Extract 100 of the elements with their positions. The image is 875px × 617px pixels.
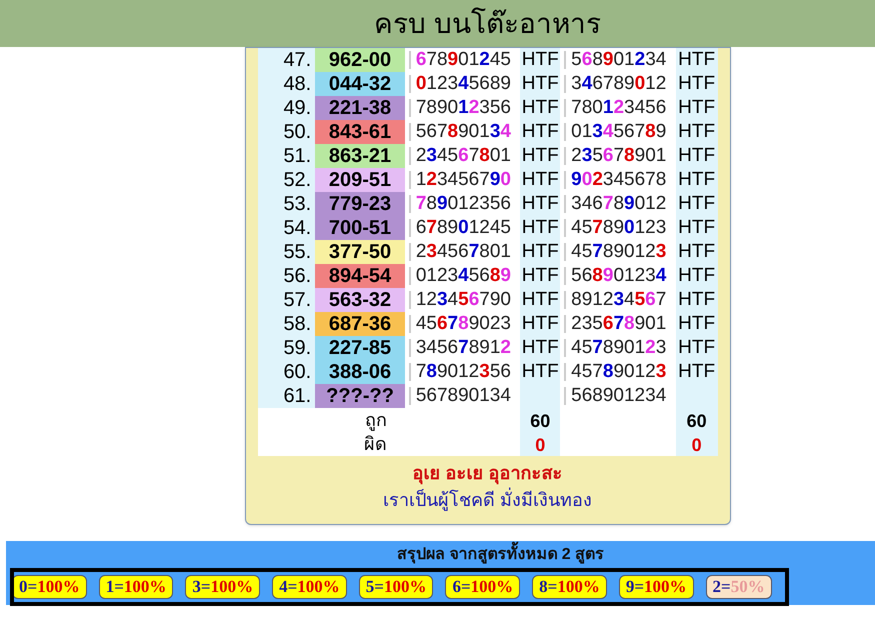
row-number: 55. [258, 240, 316, 264]
result-pill[interactable]: 2=50% [706, 575, 772, 599]
digit-sequence: 235678901 [571, 145, 666, 166]
result-pill[interactable]: 4=100% [272, 575, 347, 599]
digit-sequence: 789012356 [416, 361, 511, 382]
result-cell: HTF [520, 192, 560, 216]
code-badge: 700-51 [315, 216, 405, 240]
row-number: 53. [258, 192, 316, 216]
digit-sequence: 345678912 [416, 337, 511, 358]
result-cell: HTF [520, 264, 560, 288]
result-cell: HTF [520, 72, 560, 96]
result-cell: HTF [520, 120, 560, 144]
total-label: ผิด [364, 434, 387, 454]
digit-sequence: 568901234 [571, 265, 666, 286]
row-number: 49. [258, 96, 316, 120]
row-number: 48. [258, 72, 316, 96]
total-cell: 60 [520, 408, 560, 432]
code-badge: 894-54 [315, 264, 405, 288]
row-number: 52. [258, 168, 316, 192]
digit-sequence: 234567801 [416, 145, 511, 166]
result-cell: HTF [520, 168, 560, 192]
code-badge: 377-50 [315, 240, 405, 264]
row-number: 47. [258, 48, 316, 72]
code-badge: 221-38 [315, 96, 405, 120]
slogan-line: เราเป็นผู้โชคดี มั่งมีเงินทอง [382, 487, 592, 514]
digit-sequence: 780123456 [571, 97, 666, 118]
result-pill[interactable]: 3=100% [185, 575, 260, 599]
row-number: 61. [258, 384, 316, 408]
result-cell: HTF [520, 216, 560, 240]
digit-sequence: 457890123 [571, 337, 666, 358]
code-badge: 209-51 [315, 168, 405, 192]
row-number: 51. [258, 144, 316, 168]
digit-sequence: 567890134 [416, 121, 511, 142]
result-cell: HTF [676, 240, 718, 264]
row-number: 50. [258, 120, 316, 144]
total-cell: 60 [676, 408, 718, 432]
digit-sequence: 457890123 [571, 361, 666, 382]
digit-sequence: 123456790 [416, 289, 511, 310]
result-cell: HTF [520, 336, 560, 360]
result-pill[interactable]: 0=100% [12, 575, 87, 599]
result-cell: HTF [676, 192, 718, 216]
result-pill[interactable]: 8=100% [532, 575, 607, 599]
result-cell: HTF [676, 72, 718, 96]
result-cell: HTF [676, 48, 718, 72]
code-badge: 687-36 [315, 312, 405, 336]
code-badge: 227-85 [315, 336, 405, 360]
result-cell: HTF [676, 144, 718, 168]
total-label: ถูก [364, 410, 387, 430]
digit-sequence: 678901245 [416, 217, 511, 238]
digit-sequence: 012345689 [416, 73, 511, 94]
digit-sequence: 013456789 [571, 121, 666, 142]
result-cell: HTF [520, 312, 560, 336]
digit-sequence: 789012356 [416, 97, 511, 118]
digit-sequence: 457890123 [571, 217, 666, 238]
code-badge: 563-32 [315, 288, 405, 312]
code-badge: ???-?? [315, 384, 405, 408]
digit-sequence: 567890134 [416, 385, 511, 406]
code-badge: 843-61 [315, 120, 405, 144]
result-cell: HTF [520, 144, 560, 168]
result-cell: HTF [676, 96, 718, 120]
row-number: 58. [258, 312, 316, 336]
digit-sequence: 568901234 [571, 49, 666, 70]
result-pill[interactable]: 9=100% [618, 575, 694, 599]
result-cell: HTF [676, 168, 718, 192]
total-cell: 0 [676, 432, 718, 456]
code-badge: 044-32 [315, 72, 405, 96]
digit-sequence: 235678901 [571, 313, 666, 334]
row-number: 56. [258, 264, 316, 288]
result-cell: HTF [520, 240, 560, 264]
result-pill[interactable]: 1=100% [98, 575, 174, 599]
row-number: 54. [258, 216, 316, 240]
result-pill[interactable]: 6=100% [445, 575, 520, 599]
digit-sequence: 457890123 [571, 241, 666, 262]
result-cell: HTF [676, 216, 718, 240]
digit-sequence: 568901234 [571, 385, 666, 406]
row-number: 60. [258, 360, 316, 384]
result-cell: HTF [520, 360, 560, 384]
code-badge: 388-06 [315, 360, 405, 384]
result-pill[interactable]: 5=100% [358, 575, 434, 599]
digit-sequence: 902345678 [571, 169, 666, 190]
slogan-line: อุเย อะเย อุอากะสะ [412, 462, 562, 486]
digit-sequence: 346789012 [571, 193, 666, 214]
digit-sequence: 123456790 [416, 169, 511, 190]
digit-sequence: 891234567 [571, 289, 666, 310]
row-number: 59. [258, 336, 316, 360]
result-cell: HTF [676, 120, 718, 144]
result-cell: HTF [676, 336, 718, 360]
digit-sequence: 012345689 [416, 265, 511, 286]
digit-sequence: 234567801 [416, 241, 511, 262]
result-cell: HTF [676, 312, 718, 336]
page-title: ครบ บนโต๊ะอาหาร [374, 6, 601, 40]
result-cell: HTF [520, 48, 560, 72]
code-badge: 779-23 [315, 192, 405, 216]
code-badge: 962-00 [315, 48, 405, 72]
code-badge: 863-21 [315, 144, 405, 168]
result-cell: HTF [520, 96, 560, 120]
result-cell: HTF [676, 264, 718, 288]
result-cell: HTF [676, 288, 718, 312]
digit-sequence: 456789023 [416, 313, 511, 334]
total-cell: 0 [520, 432, 560, 456]
